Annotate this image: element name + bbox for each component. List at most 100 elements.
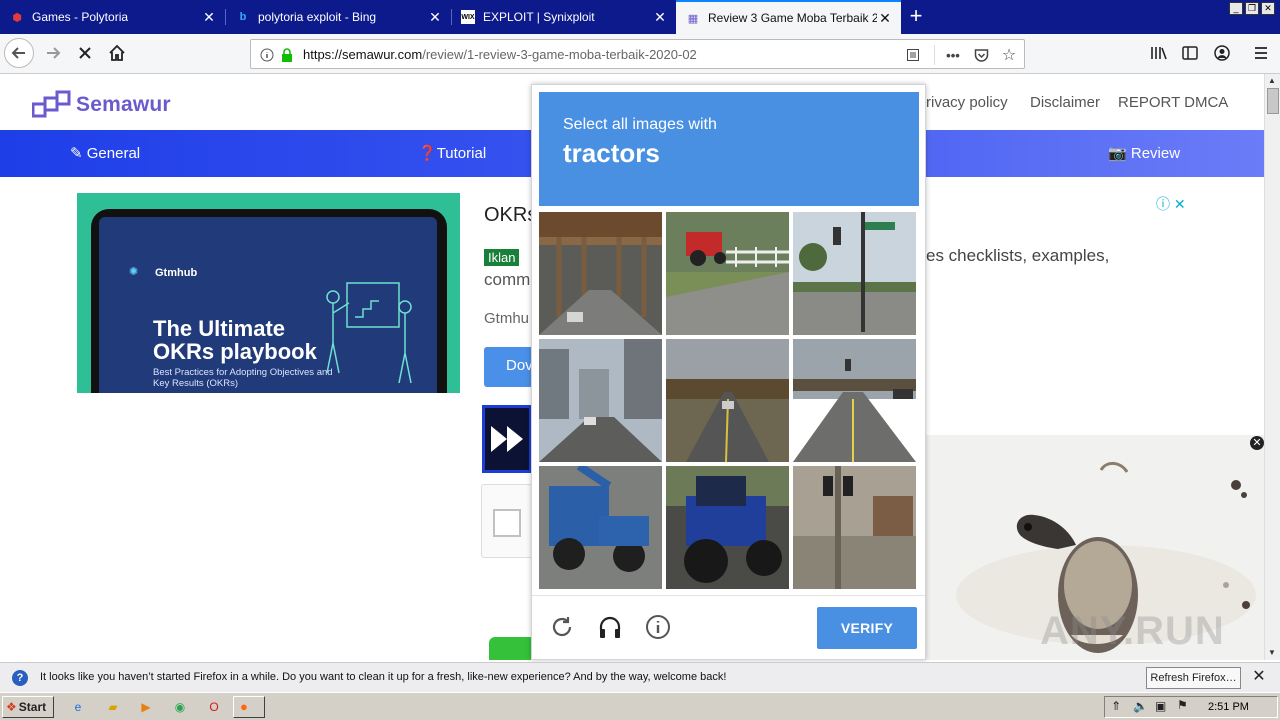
ad-badge: Iklan: [484, 249, 520, 266]
ad-title[interactable]: OKRs: [484, 204, 537, 227]
illustration-icon: [326, 282, 412, 384]
captcha-checkbox[interactable]: [493, 509, 521, 537]
captcha-tile-6[interactable]: [793, 339, 916, 462]
report-dmca-link[interactable]: REPORT DMCA: [1118, 94, 1228, 111]
semawur-logo-icon[interactable]: [32, 90, 72, 118]
fast-forward-icon[interactable]: [482, 405, 532, 473]
stop-icon: [79, 47, 91, 59]
url-divider: [934, 45, 935, 65]
menu-button[interactable]: [1246, 38, 1276, 68]
home-button[interactable]: [102, 38, 132, 68]
windows-taskbar: ❖ Start e ▰ ▶ ◉ O ● ⇑ 🔈 ▣ ⚑ 2:51 PM: [0, 692, 1280, 720]
site-logo-text[interactable]: Semawur: [76, 93, 171, 117]
ad-description-line2: comm: [484, 270, 531, 289]
ad-choices-icon[interactable]: ⓘ ✕: [1156, 194, 1186, 214]
volume-icon[interactable]: 🔈: [1133, 699, 1148, 713]
captcha-footer: VERIFY: [532, 595, 925, 659]
captcha-tile-2[interactable]: [666, 212, 789, 335]
back-button[interactable]: [4, 38, 34, 68]
close-icon[interactable]: ✕: [1250, 668, 1268, 686]
tab-semawur[interactable]: ▦ Review 3 Game Moba Terbaik 2020 ✕: [676, 0, 901, 34]
info-icon[interactable]: [257, 45, 277, 65]
privacy-policy-link[interactable]: rivacy policy: [926, 94, 1008, 111]
network-icon[interactable]: ▣: [1155, 699, 1166, 713]
start-label: Start: [18, 700, 47, 714]
chrome-icon[interactable]: ◉: [170, 698, 190, 716]
stop-button[interactable]: [70, 38, 100, 68]
window-close-button[interactable]: ✕: [1261, 2, 1275, 15]
question-icon: ?: [12, 670, 28, 686]
forward-button[interactable]: [38, 38, 68, 68]
wix-icon: WIX: [461, 10, 475, 24]
restore-button[interactable]: ❐: [1245, 2, 1259, 15]
sidebar-button[interactable]: [1175, 38, 1205, 68]
clock[interactable]: 2:51 PM: [1208, 701, 1249, 713]
close-icon[interactable]: ✕: [877, 10, 893, 27]
captcha-tile-7[interactable]: [539, 466, 662, 589]
start-button[interactable]: ❖ Start: [2, 696, 54, 718]
tab-polytoria[interactable]: ⬢ Games - Polytoria ✕: [0, 0, 225, 34]
address-bar[interactable]: https://semawur.com/review/1-review-3-ga…: [250, 39, 1025, 69]
captcha-tile-8[interactable]: [666, 466, 789, 589]
opera-icon[interactable]: O: [204, 698, 224, 716]
minimize-button[interactable]: _: [1229, 2, 1243, 15]
ad-close-icon[interactable]: ✕: [1250, 436, 1264, 450]
captcha-tile-3[interactable]: [793, 212, 916, 335]
tray-arrow-icon[interactable]: ⇑: [1111, 699, 1121, 713]
library-button[interactable]: [1144, 38, 1174, 68]
nav-general[interactable]: ✎ General: [70, 144, 140, 162]
captcha-tile-9[interactable]: [793, 466, 916, 589]
question-circle-icon: ❓: [418, 145, 437, 162]
captcha-tile-4[interactable]: [539, 339, 662, 462]
nav-label: Tutorial: [436, 145, 487, 162]
ie-icon[interactable]: e: [68, 698, 88, 716]
tab-synixploit[interactable]: WIX EXPLOIT | Synixploit ✕: [451, 0, 676, 34]
tab-title: Review 3 Game Moba Terbaik 2020: [708, 11, 877, 25]
tab-bing[interactable]: b polytoria exploit - Bing ✕: [226, 0, 451, 34]
firefox-taskbar-button[interactable]: ●: [233, 696, 265, 718]
tab-strip: ⬢ Games - Polytoria ✕ b polytoria exploi…: [0, 0, 1280, 34]
disclaimer-link[interactable]: Disclaimer: [1030, 94, 1100, 111]
captcha-tile-5[interactable]: [666, 339, 789, 462]
bookmark-star-icon[interactable]: ☆: [999, 45, 1019, 65]
captcha-prompt: Select all images with: [563, 116, 717, 133]
url-path: /review/1-review-3-game-moba-terbaik-202…: [422, 47, 697, 62]
page-actions-icon[interactable]: •••: [943, 45, 963, 65]
scroll-down-icon[interactable]: ▼: [1268, 648, 1276, 657]
reload-icon[interactable]: [547, 612, 577, 642]
polytoria-icon: ⬢: [12, 11, 22, 24]
pocket-icon[interactable]: [971, 45, 991, 65]
reader-view-icon[interactable]: [903, 45, 923, 65]
hamburger-icon: [1255, 47, 1267, 59]
close-icon[interactable]: ✕: [201, 9, 217, 26]
close-icon[interactable]: ✕: [652, 9, 668, 26]
edit-icon: ✎: [70, 145, 83, 162]
flag-icon[interactable]: ⚑: [1177, 698, 1188, 712]
home-icon: [109, 44, 125, 61]
account-button[interactable]: [1207, 38, 1237, 68]
nav-tutorial[interactable]: ❓Tutorial: [418, 144, 486, 162]
headphones-icon[interactable]: [595, 612, 625, 642]
scrollbar-thumb[interactable]: [1267, 88, 1279, 114]
folder-icon[interactable]: ▰: [103, 698, 123, 716]
ad-image[interactable]: ✺ Gtmhub The Ultimate OKRs playbook Best…: [77, 193, 460, 393]
ad-advertiser: Gtmhu: [484, 310, 530, 327]
info-icon[interactable]: [643, 612, 673, 642]
captcha-tile-1[interactable]: [539, 212, 662, 335]
ad-image-headline: The Ultimate OKRs playbook: [153, 316, 317, 364]
new-tab-button[interactable]: +: [903, 4, 929, 30]
scroll-up-icon[interactable]: ▲: [1268, 76, 1276, 85]
media-player-icon[interactable]: ▶: [136, 698, 156, 716]
windows-logo-icon: ❖: [6, 700, 17, 714]
nav-review[interactable]: 📷 Review: [1108, 144, 1180, 162]
url-text[interactable]: https://semawur.com/review/1-review-3-ga…: [303, 47, 697, 62]
verify-button[interactable]: VERIFY: [817, 607, 917, 649]
refresh-firefox-button[interactable]: Refresh Firefox…: [1146, 667, 1241, 689]
ad-cta-button[interactable]: Dov: [484, 347, 534, 387]
vertical-scrollbar[interactable]: ▲ ▼: [1264, 74, 1280, 660]
tab-title: Games - Polytoria: [32, 10, 129, 24]
tab-title: EXPLOIT | Synixploit: [483, 10, 595, 24]
lock-icon[interactable]: [277, 45, 297, 65]
watermark-text: ANY.RUN: [1040, 609, 1225, 653]
close-icon[interactable]: ✕: [427, 9, 443, 26]
